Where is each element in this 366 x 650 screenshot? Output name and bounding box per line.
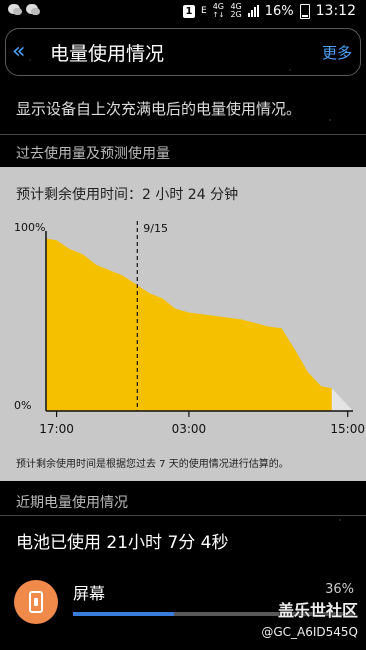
back-chevron-icon[interactable]: « (12, 41, 42, 63)
usage-bar-fill (73, 612, 174, 616)
section-header-recent: 近期电量使用情况 (16, 495, 128, 511)
watermark-user: @GC_A6ID545Q (261, 625, 358, 639)
y-tick-label: 100% (14, 221, 45, 234)
battery-used-duration: 电池已使用 21小时 7分 4秒 (16, 533, 229, 553)
network-label-2g: 2G (230, 10, 242, 19)
divider (0, 515, 366, 516)
more-button[interactable]: 更多 (322, 42, 352, 63)
date-marker-label: 9/15 (143, 222, 168, 235)
network-label-4g: 4G (212, 2, 224, 11)
app-header: « 电量使用情况 更多 (5, 28, 361, 76)
notification-icons (8, 4, 40, 15)
watermark: 盖乐世社区 @GC_A6ID545Q (261, 597, 358, 639)
battery-icon (299, 3, 310, 19)
page-description: 显示设备自上次充满电后的电量使用情况。 (16, 100, 302, 118)
battery-percent: 16% (264, 3, 294, 19)
watermark-title: 盖乐世社区 (277, 601, 358, 620)
wechat-icon (8, 4, 22, 15)
wechat-icon (26, 4, 40, 15)
x-tick-label: 03:00 (172, 422, 207, 436)
page-title: 电量使用情况 (50, 42, 165, 65)
battery-usage-chart: 100% 0% 17:00 03:00 15:00 9/15 (14, 221, 365, 436)
data-indicator: E (201, 6, 207, 16)
status-bar: 1 E 4G ↑↓ 4G 2G 16% 13:12 (0, 0, 366, 24)
y-tick-label: 0% (14, 399, 31, 412)
estimate-footnote: 预计剩余使用时间是根据您过去 7 天的使用情况进行估算的。 (16, 459, 289, 470)
predicted-area (331, 388, 353, 411)
used-area (46, 238, 332, 411)
usage-chart-panel: 预计剩余使用时间：2 小时 24 分钟 100% 0% 17:00 03:00 15:0… (0, 167, 366, 481)
x-tick-label: 17:00 (39, 422, 74, 436)
sim-badge: 1 (183, 4, 196, 18)
app-percent: 36% (325, 582, 354, 597)
network-type-bottom: 4G 2G (230, 3, 241, 19)
network-type-top: 4G ↑↓ (212, 2, 225, 20)
signal-icon (247, 5, 259, 17)
app-name: 屏幕 (73, 584, 106, 603)
divider (0, 134, 366, 135)
x-tick-label: 15:00 (330, 422, 365, 436)
clock: 13:12 (315, 3, 356, 19)
section-header-past: 过去使用量及预测使用量 (16, 146, 170, 162)
phone-settings-icon (14, 580, 58, 624)
